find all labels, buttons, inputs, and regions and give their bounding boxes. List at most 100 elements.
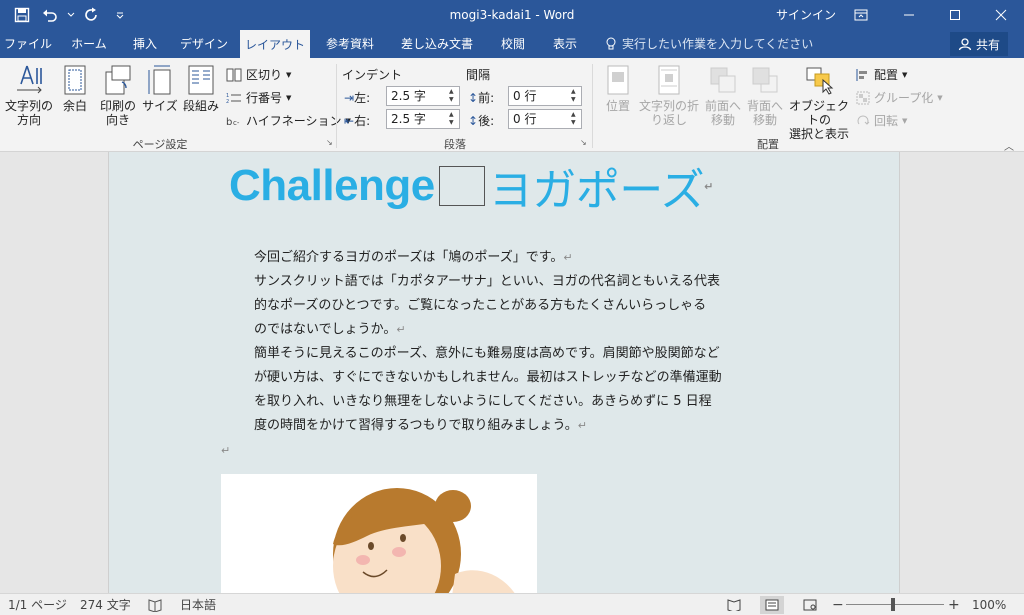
breaks-button[interactable]: 区切り ▼: [226, 66, 291, 83]
document-page[interactable]: Challenge ヨガポーズ ↵ 今回ご紹介するヨガのポーズは「鳩のポーズ」です。…: [108, 152, 900, 593]
spacing-before-value: 0 行: [513, 89, 537, 103]
zoom-out-icon[interactable]: −: [832, 594, 844, 615]
page-count[interactable]: 1/1 ページ: [8, 594, 67, 615]
bring-forward-icon: [710, 67, 736, 93]
zoom-slider-track[interactable]: [846, 604, 944, 605]
document-area[interactable]: Challenge ヨガポーズ ↵ 今回ご紹介するヨガのポーズは「鳩のポーズ」です。…: [0, 152, 1024, 593]
paragraph-mark-icon: ↵: [563, 251, 573, 264]
text-line: が硬い方は、すぐにできないかもしれません。最初はストレッチなどの準備運動: [254, 370, 722, 385]
orientation-icon: [105, 65, 131, 95]
text-line: 度の時間をかけて習得するつもりで取り組みましょう。↵: [254, 418, 587, 433]
spacing-after-field[interactable]: 0 行 ▲ ▼: [508, 109, 582, 129]
body-text[interactable]: 今回ご紹介するヨガのポーズは「鳩のポーズ」です。↵ サンスクリット語では「カポタ…: [254, 246, 754, 438]
rotate-label: 回転: [874, 114, 899, 128]
language-indicator[interactable]: 日本語: [180, 594, 216, 615]
read-mode-icon[interactable]: [722, 596, 746, 614]
close-icon[interactable]: [978, 0, 1024, 30]
text-direction-icon: [17, 65, 42, 94]
spacing-header: 間隔: [466, 68, 491, 82]
paragraph-mark-icon: ↵: [221, 444, 231, 457]
tab-design[interactable]: デザイン: [172, 30, 236, 58]
spacing-before-field[interactable]: 0 行 ▲ ▼: [508, 86, 582, 106]
paragraph-mark-icon: ↵: [396, 323, 406, 336]
bring-forward-button[interactable]: 前面へ 移動: [702, 64, 744, 127]
chevron-down-icon: ▼: [902, 70, 908, 79]
tab-review[interactable]: 校閲: [490, 30, 536, 58]
indent-left-field[interactable]: 2.5 字 ▲ ▼: [386, 86, 460, 106]
share-label: 共有: [975, 37, 1000, 52]
line-numbers-icon: 12: [226, 93, 241, 105]
maximize-icon[interactable]: [932, 0, 978, 30]
print-layout-icon[interactable]: [760, 596, 784, 614]
text-line: 簡単そうに見えるこのポーズ、意外にも難易度は高めです。肩関節や股関節など: [254, 346, 720, 361]
heading-kana: ヨガポーズ: [488, 166, 705, 215]
chevron-down-icon: ▼: [286, 93, 292, 102]
signin-link[interactable]: サインイン: [776, 0, 836, 30]
position-label: 位置: [605, 99, 630, 113]
send-backward-button[interactable]: 背面へ 移動: [744, 64, 786, 127]
proofing-icon[interactable]: [148, 594, 162, 615]
text-line: のではないでしょうか。↵: [254, 322, 406, 337]
size-button[interactable]: サイズ: [142, 64, 178, 113]
undo-icon[interactable]: [38, 3, 62, 27]
minimize-icon[interactable]: [886, 0, 932, 30]
breaks-label: 区切り: [246, 68, 283, 82]
selection-pane-button[interactable]: オブジェクトの 選択と表示: [786, 64, 852, 141]
spinner-arrows-icon[interactable]: ▲ ▼: [571, 111, 579, 127]
line-numbers-button[interactable]: 12 行番号 ▼: [226, 89, 291, 106]
ribbon-layout: 文字列の 方向 余白 印刷の 向き サイズ 段組み 区切り ▼ 12 行番号 ▼ b…: [0, 58, 1024, 153]
wrap-text-button[interactable]: 文字列の折 り返し: [638, 64, 700, 127]
hyphenation-button[interactable]: b c- ハイフネーション ▼: [226, 112, 351, 129]
spinner-arrows-icon[interactable]: ▲ ▼: [449, 111, 457, 127]
wrap-text-label: 文字列の折 り返し: [638, 99, 699, 127]
send-backward-icon: [752, 67, 778, 93]
svg-text:2: 2: [226, 99, 229, 105]
paragraph-group-label: 段落: [444, 138, 466, 151]
indent-header: インデント: [342, 68, 403, 82]
orientation-label: 印刷の 向き: [99, 99, 136, 127]
indent-left-label: ⇥左:: [344, 91, 371, 105]
zoom-in-icon[interactable]: +: [948, 594, 960, 615]
tab-insert[interactable]: 挿入: [122, 30, 168, 58]
save-icon[interactable]: [10, 3, 34, 27]
ribbon-tabs: ファイル ホーム 挿入 デザイン レイアウト 参考資料 差し込み文書 校閲 表示…: [0, 30, 1024, 58]
size-label: サイズ: [142, 99, 178, 113]
line-numbers-label: 行番号: [246, 91, 283, 105]
indent-right-field[interactable]: 2.5 字 ▲ ▼: [386, 109, 460, 129]
page-setup-launcher-icon[interactable]: ↘: [326, 138, 334, 147]
margins-button[interactable]: 余白: [58, 64, 92, 113]
ribbon-display-options-icon[interactable]: [838, 0, 884, 30]
zoom-level[interactable]: 100%: [972, 594, 1006, 615]
share-button[interactable]: 共有: [950, 32, 1008, 56]
web-layout-icon[interactable]: [798, 596, 822, 614]
group-button[interactable]: グループ化 ▼: [856, 89, 943, 106]
collapse-ribbon-icon[interactable]: ︿: [1004, 138, 1014, 153]
tab-mailings[interactable]: 差し込み文書: [394, 30, 480, 58]
tab-file[interactable]: ファイル: [0, 30, 56, 58]
document-heading[interactable]: Challenge ヨガポーズ ↵: [229, 158, 713, 215]
indent-right-label: ⇤右:: [344, 114, 371, 128]
orientation-button[interactable]: 印刷の 向き: [96, 64, 140, 127]
zoom-slider-thumb[interactable]: [891, 598, 895, 611]
undo-dropdown-icon[interactable]: [66, 3, 76, 27]
align-button[interactable]: 配置 ▼: [856, 66, 907, 83]
tab-home[interactable]: ホーム: [62, 30, 116, 58]
quick-access-toolbar: [10, 0, 132, 30]
customize-qat-icon[interactable]: [108, 3, 132, 27]
spinner-arrows-icon[interactable]: ▲ ▼: [571, 88, 579, 104]
word-count[interactable]: 274 文字: [80, 594, 131, 615]
wrap-text-icon: [658, 65, 680, 95]
tab-references[interactable]: 参考資料: [316, 30, 384, 58]
spinner-arrows-icon[interactable]: ▲ ▼: [449, 88, 457, 104]
tab-layout[interactable]: レイアウト: [240, 30, 310, 58]
paragraph-launcher-icon[interactable]: ↘: [580, 138, 588, 147]
yoga-illustration[interactable]: [221, 474, 537, 593]
rotate-button[interactable]: 回転 ▼: [856, 112, 907, 129]
position-button[interactable]: 位置: [600, 64, 636, 113]
tell-me-box[interactable]: 実行したい作業を入力してください: [606, 30, 813, 58]
redo-icon[interactable]: [80, 3, 104, 27]
columns-button[interactable]: 段組み: [180, 64, 222, 113]
margins-icon: [64, 65, 86, 95]
tab-view[interactable]: 表示: [542, 30, 588, 58]
text-direction-button[interactable]: 文字列の 方向: [2, 64, 56, 127]
